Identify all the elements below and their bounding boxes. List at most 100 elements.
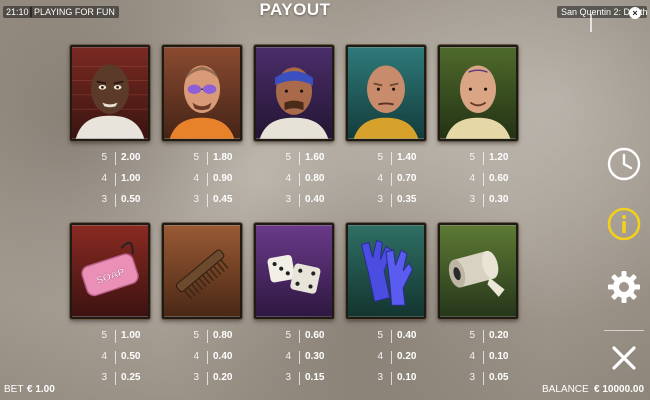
gloves-icon	[348, 225, 424, 317]
paytable-bald-prisoner: 5 2.00 4 1.00 3 0.50	[80, 152, 160, 215]
payout-value: 1.00	[121, 173, 141, 184]
pay-row: 4 0.10	[448, 351, 528, 372]
info-button[interactable]	[606, 206, 642, 242]
symbol-bald-prisoner	[70, 45, 150, 141]
payout-value: 0.80	[213, 330, 233, 341]
settings-button[interactable]	[606, 269, 642, 305]
payout-value: 1.20	[489, 152, 509, 163]
pay-row: 4 0.20	[356, 351, 436, 372]
symbol-sunglasses-prisoner	[162, 45, 242, 141]
balance-label: BALANCE	[542, 384, 589, 395]
dice-icon	[256, 225, 332, 317]
side-divider	[604, 330, 644, 331]
paytable-bandana-prisoner: 5 1.60 4 0.80 3 0.40	[264, 152, 344, 215]
info-icon	[607, 207, 641, 241]
pay-divider	[391, 194, 392, 207]
pay-divider	[207, 173, 208, 186]
symbol-count: 4	[285, 351, 291, 362]
pay-divider	[483, 194, 484, 207]
pay-divider	[391, 152, 392, 165]
payout-value: 0.40	[213, 351, 233, 362]
pay-divider	[299, 330, 300, 343]
symbol-bandana-prisoner	[254, 45, 334, 141]
paytable-old-prisoner: 5 1.40 4 0.70 3 0.35	[356, 152, 436, 215]
payout-value: 2.00	[121, 152, 141, 163]
pay-row: 5 1.80	[172, 152, 252, 173]
scrollbar[interactable]	[590, 14, 592, 32]
pay-row: 4 0.40	[172, 351, 252, 372]
payout-value: 0.80	[305, 173, 325, 184]
pay-row: 4 0.80	[264, 173, 344, 194]
pay-divider	[391, 330, 392, 343]
symbol-count: 5	[469, 152, 475, 163]
pay-row: 3 0.50	[80, 194, 160, 215]
pay-divider	[115, 351, 116, 364]
pay-divider	[207, 330, 208, 343]
pay-row: 4 0.60	[448, 173, 528, 194]
balance-value: € 10000.00	[594, 384, 645, 395]
close-button[interactable]	[606, 340, 642, 376]
side-panel	[598, 130, 650, 388]
old-prisoner-icon	[348, 47, 424, 139]
pay-row: 4 1.00	[80, 173, 160, 194]
bet-label: BET	[4, 384, 24, 395]
pay-row: 5 0.20	[448, 330, 528, 351]
pay-row: 5 2.00	[80, 152, 160, 173]
symbol-count: 4	[469, 351, 475, 362]
close-icon	[612, 346, 636, 370]
symbol-count: 3	[469, 194, 475, 205]
pay-row: 3 0.35	[356, 194, 436, 215]
tattooed-prisoner-icon	[440, 47, 516, 139]
pay-divider	[299, 173, 300, 186]
pay-row: 5 1.60	[264, 152, 344, 173]
symbol-old-prisoner	[346, 45, 426, 141]
symbol-toilet-roll	[438, 223, 518, 319]
payout-value: 0.35	[397, 194, 417, 205]
symbol-dice	[254, 223, 334, 319]
pay-divider	[483, 351, 484, 364]
symbol-count: 5	[101, 152, 107, 163]
symbol-count: 3	[101, 194, 107, 205]
pay-divider	[115, 330, 116, 343]
symbol-count: 5	[193, 330, 199, 341]
footer-bar: BET € 1.00 BALANCE € 10000.00	[0, 381, 650, 400]
pay-divider	[391, 351, 392, 364]
symbol-count: 4	[469, 173, 475, 184]
payout-value: 0.20	[489, 330, 509, 341]
pay-row: 5 0.40	[356, 330, 436, 351]
payout-value: 0.30	[305, 351, 325, 362]
toilet-roll-icon	[440, 225, 516, 317]
pay-row: 4 0.90	[172, 173, 252, 194]
payout-value: 0.50	[121, 351, 141, 362]
pay-divider	[115, 194, 116, 207]
pay-row: 3 0.40	[264, 194, 344, 215]
pay-row: 5 1.20	[448, 152, 528, 173]
pay-row: 5 0.60	[264, 330, 344, 351]
payout-value: 1.60	[305, 152, 325, 163]
pay-row: 3 0.45	[172, 194, 252, 215]
symbol-count: 4	[193, 173, 199, 184]
symbol-count: 4	[101, 351, 107, 362]
payout-value: 0.70	[397, 173, 417, 184]
sunglasses-prisoner-icon	[164, 47, 240, 139]
pay-row: 4 0.50	[80, 351, 160, 372]
pay-row: 5 0.80	[172, 330, 252, 351]
payout-value: 0.50	[121, 194, 141, 205]
symbol-soap: SOAP	[70, 223, 150, 319]
symbol-count: 5	[377, 330, 383, 341]
symbol-count: 5	[285, 152, 291, 163]
paytable-sunglasses-prisoner: 5 1.80 4 0.90 3 0.45	[172, 152, 252, 215]
pay-divider	[483, 152, 484, 165]
history-clock-icon	[607, 147, 641, 181]
symbol-count: 3	[285, 194, 291, 205]
soap-icon: SOAP	[72, 225, 148, 317]
payout-value: 0.40	[397, 330, 417, 341]
paytable-tattooed-prisoner: 5 1.20 4 0.60 3 0.30	[448, 152, 528, 215]
symbol-count: 4	[193, 351, 199, 362]
pay-divider	[115, 152, 116, 165]
payout-value: 1.40	[397, 152, 417, 163]
pay-row: 5 1.00	[80, 330, 160, 351]
pay-divider	[207, 194, 208, 207]
game-close-icon[interactable]: ×	[629, 7, 641, 19]
history-button[interactable]	[606, 146, 642, 182]
